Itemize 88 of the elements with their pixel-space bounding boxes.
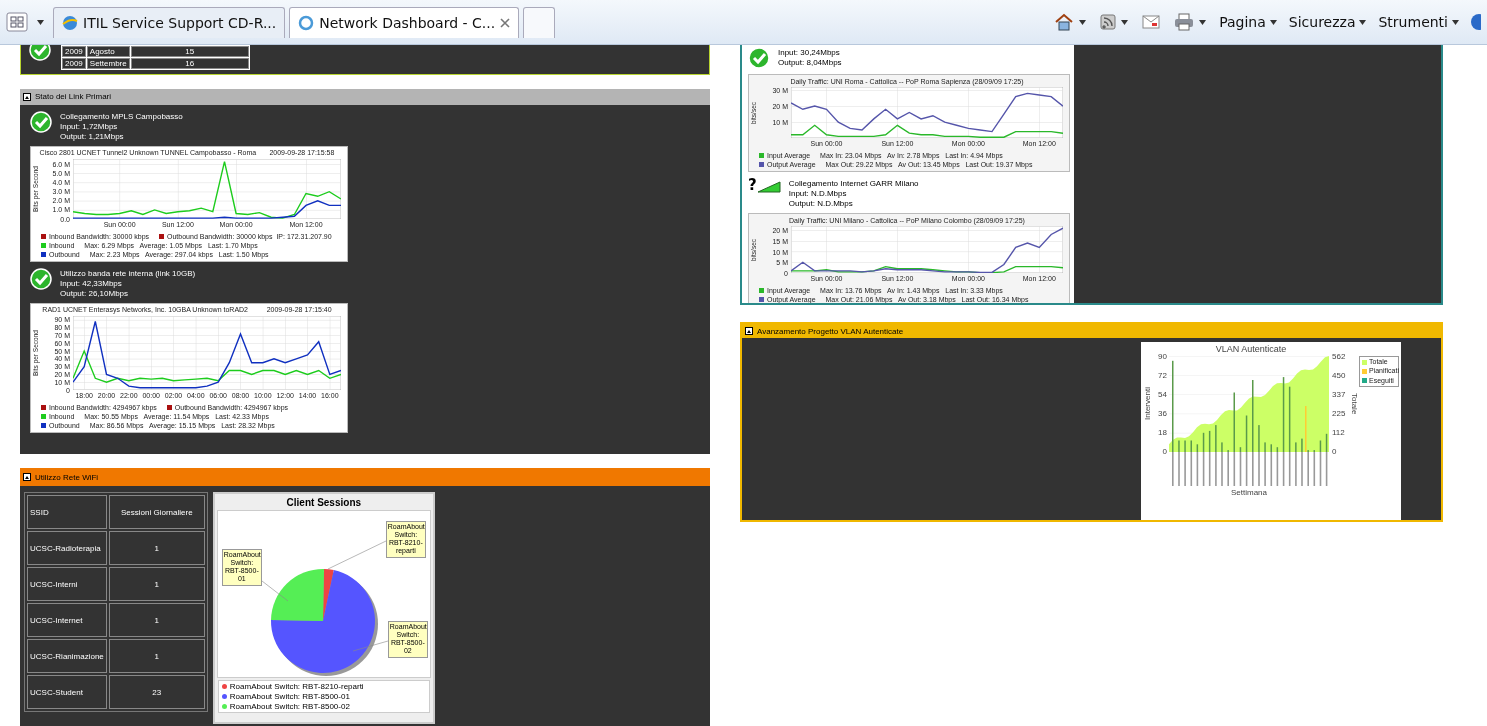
caret-icon xyxy=(1121,19,1129,25)
y-tick-label: 54 xyxy=(1158,390,1167,399)
table-cell: 2009 xyxy=(62,46,86,57)
feed-icon[interactable] xyxy=(1100,14,1117,30)
caret-icon xyxy=(1079,19,1087,25)
table-cell: 15 xyxy=(130,46,249,57)
collapse-icon[interactable] xyxy=(745,327,753,335)
caret-icon xyxy=(1359,19,1367,25)
collapse-icon[interactable] xyxy=(23,92,31,101)
table-cell: UCSC-Interni xyxy=(27,567,107,602)
caret-icon xyxy=(1199,19,1207,25)
chart-bar xyxy=(1288,386,1291,452)
leader-line xyxy=(327,541,387,570)
legend-entry: RoamAbout Switch: RBT-8500-01 xyxy=(221,692,426,702)
close-icon[interactable] xyxy=(500,17,511,28)
table-cell: 16 xyxy=(130,58,249,69)
output-rate: Output: 26,10Mbps xyxy=(60,288,130,298)
caret-icon xyxy=(37,19,44,25)
chart-bar xyxy=(1319,440,1322,452)
table-cell: Settembre xyxy=(86,58,130,69)
input-rate: Input: 42,33Mbps xyxy=(60,278,123,288)
tab-grid-icon[interactable] xyxy=(6,12,28,32)
leader-line xyxy=(261,581,289,602)
y-tick-label: 18 xyxy=(1158,428,1167,437)
column-header: Sessioni Giornaliere xyxy=(108,495,205,530)
column-header: SSID xyxy=(27,495,107,530)
chart-bar xyxy=(1208,430,1211,452)
output-rate: Output: N.D.Mbps xyxy=(788,199,854,208)
caret-icon xyxy=(1452,19,1459,25)
chart-title: Client Sessions xyxy=(286,497,362,509)
y-tick-label: 72 xyxy=(1158,371,1167,380)
y-axis-label: Interventi xyxy=(1143,386,1153,423)
home-icon[interactable] xyxy=(1054,13,1075,31)
chart-bar xyxy=(1325,433,1328,452)
input-rate: Input: N.D.Mbps xyxy=(788,189,848,198)
chart-bar xyxy=(1196,444,1199,452)
link-name: Collegamento MPLS Campobasso xyxy=(60,111,183,121)
browser-tab[interactable]: Network Dashboard - C... xyxy=(289,6,520,38)
link-name: Utilizzo banda rete interna (link 10GB) xyxy=(60,268,196,278)
legend-entry: RoamAbout Switch: RBT-8210-reparti xyxy=(221,682,426,692)
chart-bar xyxy=(1202,432,1205,452)
spinner-icon xyxy=(298,14,315,31)
table-cell: Agosto xyxy=(86,46,130,57)
link-name: Collegamento Internet GARR Milano xyxy=(788,179,919,188)
output-rate: Output: 1,21Mbps xyxy=(60,131,125,141)
table-cell: UCSC-Student xyxy=(27,675,107,710)
menu-button[interactable]: Strumenti xyxy=(1374,14,1463,30)
chart-bar xyxy=(1276,447,1279,452)
status-mark: ? xyxy=(748,178,757,193)
chart-title: VLAN Autenticate xyxy=(1214,344,1288,356)
y-tick-label: 90 xyxy=(1158,352,1167,361)
menu-button[interactable]: Sicurezza xyxy=(1284,14,1371,30)
input-rate: Input: 30,24Mbps xyxy=(778,48,841,57)
browser-tab[interactable]: ITIL Service Support CD-R... xyxy=(53,6,286,38)
collapse-icon[interactable] xyxy=(23,473,31,482)
table-cell: 1 xyxy=(108,639,205,674)
y-tick-label: 36 xyxy=(1158,409,1167,418)
output-rate: Output: 8,04Mbps xyxy=(778,58,842,67)
panel-title: Stato dei Link Primari xyxy=(35,92,112,101)
x-axis-label: Settimana xyxy=(1230,488,1268,498)
y-tick-label: 337 xyxy=(1332,390,1347,399)
table-cell: 23 xyxy=(108,675,205,710)
y-tick-label: 450 xyxy=(1332,371,1347,380)
chart-bar xyxy=(1245,415,1248,452)
y-tick-label: 0 xyxy=(1162,447,1167,456)
table-cell: UCSC-Radioterapia xyxy=(27,531,107,566)
menu-button[interactable]: Pagina xyxy=(1215,14,1281,30)
panel-title: Utilizzo Rete WiFi xyxy=(35,472,99,482)
y-tick-label: 0 xyxy=(1332,447,1338,456)
chart-bar xyxy=(1239,447,1242,452)
printer-icon[interactable] xyxy=(1174,13,1195,31)
table-cell: 1 xyxy=(108,531,205,566)
table-cell: UCSC-Internet xyxy=(27,603,107,638)
table-cell: 2009 xyxy=(62,58,86,69)
input-rate: Input: 1,72Mbps xyxy=(60,121,119,131)
y-axis-label: Totale xyxy=(1349,392,1359,417)
legend-entry: RoamAbout Switch: RBT-8500-02 xyxy=(221,702,426,712)
table-cell: 1 xyxy=(108,603,205,638)
y-tick-label: 225 xyxy=(1332,409,1347,418)
panel-title: Avanzamento Progetto VLAN Autenticate xyxy=(757,326,904,336)
mail-icon[interactable] xyxy=(1142,15,1161,29)
y-tick-label: 112 xyxy=(1332,428,1346,437)
table-cell: UCSC-Rianimazione xyxy=(27,639,107,674)
table-cell: 1 xyxy=(108,567,205,602)
globe-icon xyxy=(62,14,78,31)
y-tick-label: 562 xyxy=(1332,352,1347,361)
leader-line xyxy=(352,641,389,652)
caret-icon xyxy=(1269,19,1277,25)
